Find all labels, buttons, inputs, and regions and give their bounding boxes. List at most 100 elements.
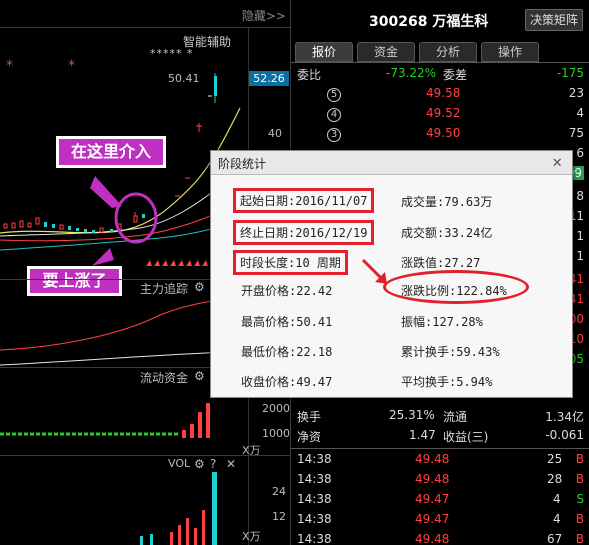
tick-time: 14:38 (297, 492, 332, 506)
amplitude: 振幅:127.28% (401, 315, 483, 329)
candle (52, 224, 55, 228)
callout-enter-here: 在这里介入 (56, 136, 166, 168)
net-asset-label: 净资 (297, 430, 322, 444)
gear-icon[interactable]: ⚙ (194, 369, 205, 383)
funds-axis-tick: 2000 (262, 402, 290, 415)
tab-operation[interactable]: 操作 (481, 42, 539, 62)
vol-label: VOL (168, 457, 191, 470)
sell-volume: 75 (568, 126, 584, 140)
tick-time: 14:38 (297, 452, 332, 466)
net-asset-row: 净资 1.47 收益(三) -0.061 (291, 425, 589, 445)
gear-icon[interactable]: ⚙ (194, 457, 205, 471)
low-price: 最低价格:22.18 (241, 345, 333, 359)
cumulative-turnover: 累计换手:59.43% (401, 345, 500, 359)
highlight-circle (114, 192, 158, 244)
tick-volume: 67 (547, 532, 563, 545)
sell-price: 49.52 (426, 106, 461, 120)
weibi-row: 委比 -73.22% 委差 -175 (291, 63, 589, 83)
sell-row: 5 49.58 23 (291, 83, 589, 103)
volume-bars (140, 472, 217, 545)
partial-value: 1 (576, 249, 584, 263)
tick-volume: 4 (553, 492, 561, 506)
close-price: 收盘价格:49.47 (241, 375, 333, 389)
partial-value: 1 (576, 229, 584, 243)
turnover-row: 换手 25.31% 流通 1.34亿 (291, 405, 589, 425)
vol-axis-tick: 24 (272, 485, 286, 498)
end-date: 终止日期:2016/12/19 (233, 220, 375, 245)
close-icon[interactable]: ✕ (552, 152, 562, 171)
tick-volume: 28 (547, 472, 563, 486)
tick-price: 49.48 (415, 472, 450, 486)
eps-value: -0.061 (545, 428, 584, 442)
candle (133, 215, 138, 223)
circulation-value: 1.34亿 (545, 410, 584, 424)
weicha-value: -175 (556, 66, 584, 80)
flow-funds-bars (0, 403, 210, 438)
dialog-title: 阶段统计 (218, 157, 267, 171)
amount: 成交额:33.24亿 (401, 226, 493, 240)
partial-value: 8 (576, 189, 584, 203)
candle (92, 230, 95, 233)
weicha-label: 委差 (443, 68, 468, 82)
sell-price: 49.50 (426, 126, 461, 140)
candle (110, 229, 113, 232)
callout-about-to-rise: 要上涨了 (27, 266, 122, 296)
tab-quote[interactable]: 报价 (295, 42, 353, 62)
level-badge: 4 (327, 108, 341, 122)
tick-time: 14:38 (297, 472, 332, 486)
flow-funds-label: 流动资金 (140, 371, 189, 385)
tick-row: 14:38 49.48 28 B (291, 469, 589, 489)
candle (142, 214, 145, 218)
sell-row: 4 49.52 4 (291, 103, 589, 123)
period-length: 时段长度:10 周期 (233, 250, 348, 275)
tab-funds[interactable]: 资金 (357, 42, 415, 62)
chart-header: 隐藏>> (0, 0, 290, 28)
tick-row: 14:38 49.47 4 B (291, 509, 589, 529)
candle (76, 228, 79, 231)
high-price: 最高价格:50.41 (241, 315, 333, 329)
tick-side: B (575, 452, 584, 466)
sell-volume: 4 (576, 106, 584, 120)
annotation-arrow (361, 258, 387, 284)
current-price-flag: 52.26 (249, 71, 289, 86)
funds-axis-tick: 1000 (262, 427, 290, 440)
tick-row: 14:38 49.48 67 B (291, 529, 589, 545)
tick-price: 49.48 (415, 532, 450, 545)
ma-line-yellow (0, 107, 241, 234)
tick-side: B (575, 472, 584, 486)
sell-volume: 6 (576, 146, 584, 160)
candle (11, 222, 16, 229)
hide-button[interactable]: 隐藏>> (242, 7, 286, 24)
volume: 成交量:79.63万 (401, 195, 493, 209)
candle (84, 229, 87, 232)
help-icon[interactable]: ? (210, 457, 216, 471)
close-icon[interactable]: ✕ (226, 457, 236, 471)
tick-price: 49.48 (415, 452, 450, 466)
change-ratio: 涨跌比例:122.84% (401, 284, 507, 298)
circulation-label: 流通 (443, 410, 468, 424)
decision-matrix-button[interactable]: 决策矩阵 (525, 9, 583, 31)
tab-analysis[interactable]: 分析 (419, 42, 477, 62)
candle (35, 217, 40, 225)
dialog-title-bar[interactable]: 阶段统计 ✕ (211, 151, 572, 175)
candle (19, 220, 24, 228)
sell-volume: 23 (568, 86, 584, 100)
candle (44, 222, 47, 227)
change-value: 涨跌值:27.27 (401, 256, 481, 270)
turnover-label: 换手 (297, 410, 322, 424)
start-date: 起始日期:2016/11/07 (233, 188, 375, 213)
net-asset-value: 1.47 (409, 428, 436, 442)
tick-time: 14:38 (297, 532, 332, 545)
gear-icon[interactable]: ⚙ (194, 280, 205, 294)
level-badge: 5 (327, 88, 341, 102)
eps-label: 收益(三) (443, 430, 489, 444)
tick-row: 14:38 49.48 25 B (291, 449, 589, 469)
candle (59, 224, 64, 230)
tick-side: B (575, 532, 584, 545)
candle (3, 223, 8, 229)
sell-price: 49.58 (426, 86, 461, 100)
turnover-value: 25.31% (389, 408, 435, 422)
tick-price: 49.47 (415, 492, 450, 506)
stock-title: 300268 万福生科 (369, 14, 489, 30)
tick-side: S (576, 492, 584, 506)
